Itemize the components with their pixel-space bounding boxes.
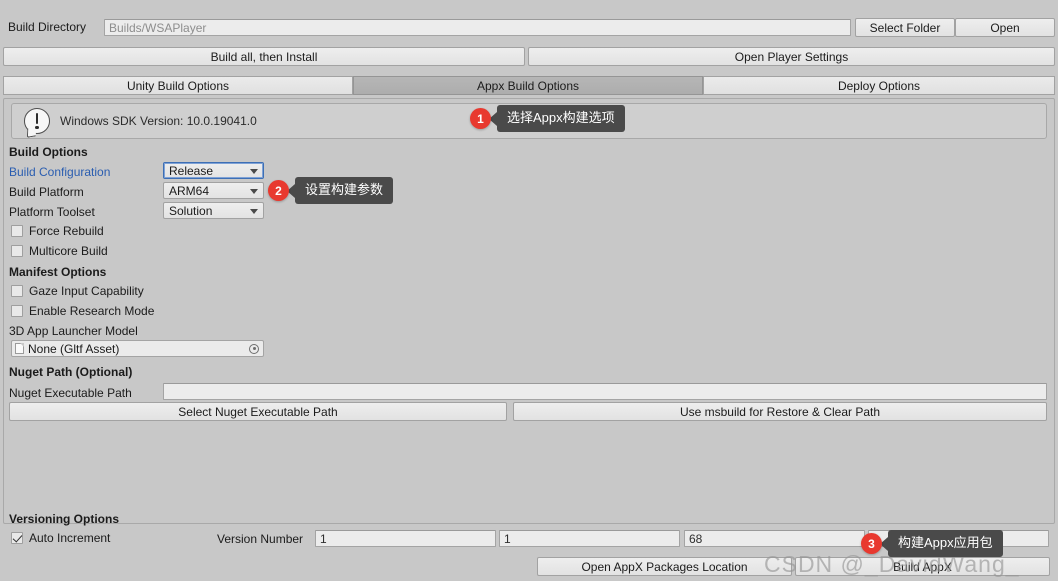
build-directory-input[interactable]: Builds/WSAPlayer <box>104 19 851 36</box>
annotation-number-2: 2 <box>268 180 289 202</box>
manifest-options-heading: Manifest Options <box>9 265 107 279</box>
gaze-input-capability-checkbox[interactable] <box>11 285 23 297</box>
multicore-build-row[interactable]: Multicore Build <box>11 245 108 257</box>
platform-toolset-value: Solution <box>169 203 213 218</box>
force-rebuild-row[interactable]: Force Rebuild <box>11 225 104 237</box>
unity-build-window: Build Directory Builds/WSAPlayer Select … <box>0 0 1058 581</box>
platform-toolset-label: Platform Toolset <box>9 205 95 219</box>
nuget-executable-path-label: Nuget Executable Path <box>9 386 132 400</box>
object-picker-icon[interactable] <box>249 343 259 354</box>
tab-deploy-options[interactable]: Deploy Options <box>703 76 1055 95</box>
auto-increment-label: Auto Increment <box>29 531 111 545</box>
asset-icon <box>15 343 24 354</box>
multicore-build-label: Multicore Build <box>29 244 108 258</box>
select-nuget-executable-path-button[interactable]: Select Nuget Executable Path <box>9 402 507 421</box>
nuget-executable-path-input[interactable] <box>163 383 1047 400</box>
annotation-number-3: 3 <box>861 533 882 555</box>
build-configuration-dropdown[interactable]: Release <box>163 162 264 179</box>
gaze-input-capability-row[interactable]: Gaze Input Capability <box>11 285 144 297</box>
use-msbuild-restore-button[interactable]: Use msbuild for Restore & Clear Path <box>513 402 1047 421</box>
tab-appx-build-options[interactable]: Appx Build Options <box>353 76 703 95</box>
appx-build-options-panel <box>3 98 1055 524</box>
app-launcher-model-value: None (Gltf Asset) <box>28 341 120 356</box>
build-configuration-label[interactable]: Build Configuration <box>9 166 110 178</box>
enable-research-mode-row[interactable]: Enable Research Mode <box>11 305 154 317</box>
build-all-then-install-button[interactable]: Build all, then Install <box>3 47 525 66</box>
multicore-build-checkbox[interactable] <box>11 245 23 257</box>
annotation-callout-1: 1 选择Appx构建选项 <box>470 105 625 133</box>
annotation-text-1: 选择Appx构建选项 <box>497 105 625 133</box>
chevron-down-icon <box>250 168 258 174</box>
select-folder-button[interactable]: Select Folder <box>855 18 955 37</box>
version-part-minor-input[interactable]: 1 <box>499 530 680 547</box>
windows-sdk-version-text: Windows SDK Version: 10.0.19041.0 <box>60 114 257 128</box>
gaze-input-capability-label: Gaze Input Capability <box>29 284 144 298</box>
open-folder-button[interactable]: Open <box>955 18 1055 37</box>
version-part-major-input[interactable]: 1 <box>315 530 496 547</box>
nuget-path-heading: Nuget Path (Optional) <box>9 365 133 379</box>
force-rebuild-checkbox[interactable] <box>11 225 23 237</box>
annotation-text-3: 构建Appx应用包 <box>888 530 1003 558</box>
annotation-text-2: 设置构建参数 <box>295 177 394 205</box>
enable-research-mode-label: Enable Research Mode <box>29 304 155 318</box>
annotation-number-1: 1 <box>470 108 491 130</box>
auto-increment-checkbox[interactable] <box>11 532 23 544</box>
chevron-down-icon <box>250 188 258 194</box>
build-platform-dropdown[interactable]: ARM64 <box>163 182 264 199</box>
build-platform-label: Build Platform <box>9 185 84 199</box>
open-player-settings-button[interactable]: Open Player Settings <box>528 47 1055 66</box>
info-speech-bubble-icon <box>24 108 50 138</box>
platform-toolset-dropdown[interactable]: Solution <box>163 202 264 219</box>
enable-research-mode-checkbox[interactable] <box>11 305 23 317</box>
annotation-callout-3: 3 构建Appx应用包 <box>861 530 1003 558</box>
build-directory-label: Build Directory <box>8 20 87 34</box>
version-part-build-input[interactable]: 68 <box>684 530 865 547</box>
annotation-callout-2: 2 设置构建参数 <box>268 177 394 205</box>
auto-increment-row[interactable]: Auto Increment <box>11 532 110 544</box>
version-number-label: Version Number <box>217 532 304 546</box>
app-launcher-model-label: 3D App Launcher Model <box>9 324 138 338</box>
app-launcher-model-object-field[interactable]: None (Gltf Asset) <box>11 340 264 357</box>
build-appx-button[interactable]: Build AppX <box>795 557 1050 576</box>
open-appx-packages-location-button[interactable]: Open AppX Packages Location <box>537 557 792 576</box>
build-configuration-value: Release <box>169 163 214 178</box>
chevron-down-icon <box>250 208 258 214</box>
tab-unity-build-options[interactable]: Unity Build Options <box>3 76 353 95</box>
build-platform-value: ARM64 <box>169 183 210 198</box>
build-options-heading: Build Options <box>9 145 88 159</box>
versioning-options-heading: Versioning Options <box>9 512 120 526</box>
force-rebuild-label: Force Rebuild <box>29 224 104 238</box>
